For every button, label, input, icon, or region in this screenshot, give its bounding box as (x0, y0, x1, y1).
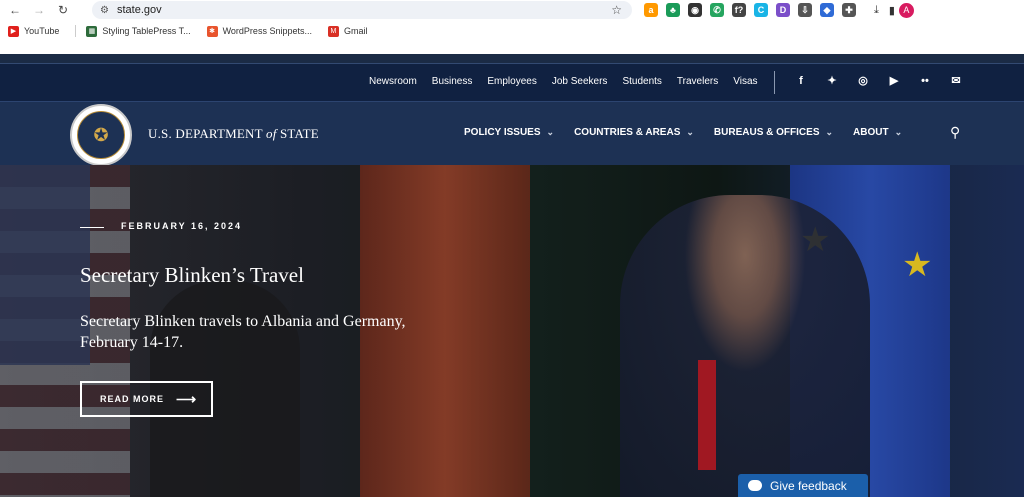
red-tie-image (698, 360, 716, 470)
bookmark-label: YouTube (24, 26, 60, 36)
eu-star-icon: ★ (902, 246, 933, 284)
utility-link-newsroom[interactable]: Newsroom (369, 76, 417, 87)
menu-item-about[interactable]: ABOUT ⌄ (853, 127, 902, 138)
flickr-icon[interactable]: •• (918, 75, 932, 88)
extensions-bar: a ♣ ◉ ✆ f? C D ⇩ ◆ ✚ ⤓ ▮ A (644, 1, 914, 19)
site-name-prefix: U.S. DEPARTMENT (148, 126, 266, 141)
primary-menu: POLICY ISSUES ⌄ COUNTRIES & AREAS ⌄ BUREAUS … (464, 127, 922, 138)
bookmark-label: Gmail (343, 26, 368, 36)
hero-description: Secretary Blinken travels to Albania and… (80, 313, 406, 351)
reload-icon[interactable]: ↻ (54, 1, 72, 19)
bookmark-label: Styling TablePress T... (102, 26, 191, 36)
side-panel-icon[interactable]: ▮ (889, 4, 895, 17)
site-settings-icon[interactable]: ⚙ (100, 5, 109, 16)
back-icon[interactable]: ← (6, 1, 24, 19)
address-bar[interactable]: ⚙ state.gov ☆ (92, 1, 632, 19)
menu-item-bureaus-offices[interactable]: BUREAUS & OFFICES ⌄ (714, 127, 833, 138)
download-icon[interactable]: ⤓ (874, 4, 879, 17)
extension-save-icon[interactable]: ⇩ (798, 3, 812, 17)
menu-item-countries-areas[interactable]: COUNTRIES & AREAS ⌄ (574, 127, 694, 138)
menu-item-label: BUREAUS & OFFICES (713, 127, 820, 138)
notice-strip (56, 45, 57, 51)
person-right-image (620, 195, 870, 497)
bookmark-favicon-icon: ▦ (86, 25, 98, 37)
bookmark-item[interactable]: ▦ Styling TablePress T... (86, 25, 191, 37)
instagram-icon[interactable]: ◎ (856, 75, 870, 88)
bookmark-star-icon[interactable]: ☆ (611, 3, 622, 17)
site-name[interactable]: U.S. DEPARTMENT of STATE (148, 126, 319, 142)
whatsapp-icon[interactable]: ✆ (710, 3, 724, 17)
menu-item-policy-issues[interactable]: POLICY ISSUES ⌄ (464, 127, 554, 138)
menu-item-label: POLICY ISSUES (464, 127, 541, 138)
extension-blue-icon[interactable]: ◆ (820, 3, 834, 17)
search-icon[interactable]: ⚲ (950, 124, 960, 141)
us-flag-canton (0, 165, 90, 365)
social-links: f ✦ ◎ ▶ •• ✉ (794, 75, 980, 88)
amazon-icon[interactable]: a (644, 3, 658, 17)
date-rule (80, 227, 104, 228)
site-name-suffix: STATE (276, 126, 319, 141)
utility-link-job-seekers[interactable]: Job Seekers (552, 76, 608, 87)
chevron-down-icon: ⌄ (894, 127, 903, 137)
url-text: state.gov (116, 4, 162, 16)
bookmark-item[interactable]: ✱ WordPress Snippets... (206, 25, 312, 37)
eagle-icon: ✪ (77, 111, 125, 159)
utility-links: Newsroom Business Employees Job Seekers Stud… (369, 76, 773, 87)
chevron-down-icon: ⌄ (546, 127, 555, 137)
bookmarks-bar: ▶ YouTube ▦ Styling TablePress T... ✱ WordPre… (0, 20, 1024, 54)
utility-link-visas[interactable]: Visas (733, 76, 757, 87)
chevron-down-icon: ⌄ (825, 127, 834, 137)
utility-divider (774, 71, 775, 94)
main-navigation: ✪ U.S. DEPARTMENT of STATE POLICY ISSUES… (0, 101, 1024, 166)
bookmark-separator (75, 25, 77, 37)
email-icon[interactable]: ✉ (949, 75, 963, 88)
give-feedback-label: Give feedback (770, 478, 847, 493)
extension-d-icon[interactable]: D (776, 3, 790, 17)
hero-banner: ★ ★ FEBRUARY 16, 2024 Secretary Blinken’… (0, 165, 1024, 497)
twitter-icon[interactable]: ✦ (825, 75, 839, 88)
browser-toolbar: ← → ↻ ⚙ state.gov ☆ a ♣ ◉ ✆ f? C D ⇩ ◆ ✚ ⤓ ▮ A (0, 0, 1024, 20)
utility-link-business[interactable]: Business (432, 76, 473, 87)
bookmark-favicon-icon: ✱ (206, 25, 218, 37)
facebook-icon[interactable]: f (794, 75, 808, 88)
menu-item-label: ABOUT (853, 127, 889, 138)
utility-link-students[interactable]: Students (622, 76, 661, 87)
menu-item-label: COUNTRIES & AREAS (574, 127, 681, 138)
chevron-down-icon: ⌄ (686, 127, 694, 137)
extension-dark-icon[interactable]: ◉ (688, 3, 702, 17)
arrow-right-icon: ⟶ (176, 390, 198, 407)
forward-icon[interactable]: → (30, 1, 48, 19)
utility-link-employees[interactable]: Employees (487, 76, 536, 87)
bookmark-label: WordPress Snippets... (222, 26, 312, 36)
extension-c-icon[interactable]: C (754, 3, 768, 17)
puzzle-icon[interactable]: ✚ (842, 3, 856, 17)
youtube-icon[interactable]: ▶ (887, 75, 901, 88)
chat-bubble-icon (748, 480, 762, 491)
utility-link-travelers[interactable]: Travelers (677, 76, 718, 87)
hero-date: FEBRUARY 16, 2024 (121, 221, 243, 231)
utility-bar: Newsroom Business Employees Job Seekers Stud… (0, 63, 1024, 101)
read-more-button[interactable]: READ MORE ⟶ (80, 381, 213, 417)
bookmark-favicon-icon: ▶ (8, 25, 19, 37)
department-seal-logo[interactable]: ✪ (70, 104, 132, 166)
hero-title[interactable]: Secretary Blinken’s Travel (80, 263, 304, 288)
give-feedback-button[interactable]: Give feedback (738, 474, 868, 497)
read-more-label: READ MORE (100, 394, 165, 404)
extension-green-icon[interactable]: ♣ (666, 3, 680, 17)
bookmark-favicon-icon: M (327, 25, 339, 37)
bookmark-item[interactable]: M Gmail (327, 25, 368, 37)
bookmark-item[interactable]: ▶ YouTube (8, 25, 60, 37)
site-name-of: of (266, 126, 277, 141)
function-icon[interactable]: f? (732, 3, 746, 17)
profile-avatar[interactable]: A (898, 2, 914, 18)
